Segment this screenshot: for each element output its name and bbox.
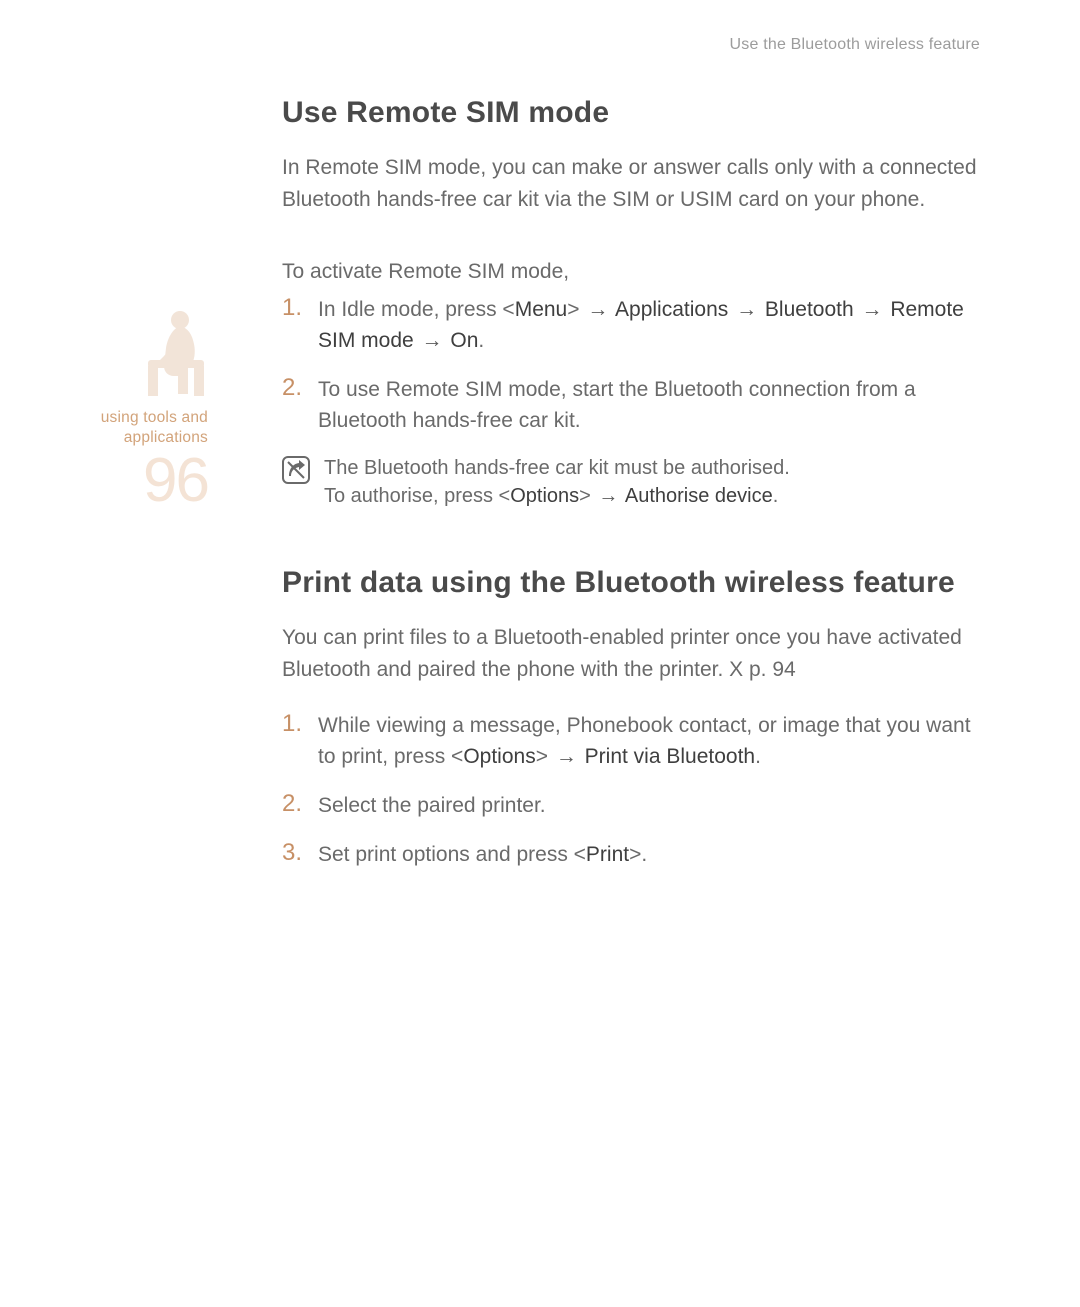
step-number: 3.: [282, 837, 302, 868]
text-fragment: To authorise, press <: [324, 485, 510, 507]
step-number: 2.: [282, 788, 302, 819]
intro-print-data: You can print files to a Bluetooth-enabl…: [282, 622, 982, 686]
note-icon: [282, 456, 310, 484]
text-fragment: Set print options and press <: [318, 843, 586, 866]
main-content: Use Remote SIM mode In Remote SIM mode, …: [282, 96, 982, 888]
kw-on: On: [445, 329, 479, 352]
step-number: 1.: [282, 708, 302, 739]
arrow-icon: →: [585, 298, 610, 321]
step-2: 2. Select the paired printer.: [282, 790, 982, 821]
section-print-data: Print data using the Bluetooth wireless …: [282, 566, 982, 870]
step-text: While viewing a message, Phonebook conta…: [318, 714, 971, 768]
step-number: 1.: [282, 292, 302, 323]
kw-bluetooth: Bluetooth: [759, 298, 859, 321]
sidebar-label-line1: using tools and: [101, 409, 208, 426]
arrow-icon: →: [734, 298, 759, 321]
arrow-icon: →: [596, 485, 620, 507]
kw-options: Options: [510, 485, 579, 507]
heading-remote-sim: Use Remote SIM mode: [282, 96, 982, 130]
text-fragment: .: [755, 745, 761, 768]
step-text: Set print options and press <Print>.: [318, 843, 647, 866]
sidebar-label-line2: applications: [124, 429, 208, 446]
sidebar-figure-icon: [78, 306, 208, 396]
step-text: To use Remote SIM mode, start the Blueto…: [318, 378, 916, 432]
arrow-icon: →: [420, 329, 445, 352]
step-text: In Idle mode, press <Menu> → Application…: [318, 298, 964, 352]
arrow-icon: →: [554, 745, 579, 768]
steps-print-data: 1. While viewing a message, Phonebook co…: [282, 710, 982, 870]
sidebar: using tools and applications 96: [78, 306, 208, 512]
note-line1: The Bluetooth hands-free car kit must be…: [324, 457, 790, 479]
text-fragment: >: [567, 298, 585, 321]
kw-applications: Applications: [610, 298, 734, 321]
step-1: 1. In Idle mode, press <Menu> → Applicat…: [282, 294, 982, 356]
page-number: 96: [78, 450, 208, 512]
lead-in-remote-sim: To activate Remote SIM mode,: [282, 256, 982, 288]
xref-page: p. 94: [743, 658, 796, 681]
kw-print: Print: [586, 843, 629, 866]
text-fragment: >: [536, 745, 554, 768]
text-fragment: .: [478, 329, 484, 352]
step-number: 2.: [282, 372, 302, 403]
arrow-icon: →: [860, 298, 885, 321]
step-3: 3. Set print options and press <Print>.: [282, 839, 982, 870]
kw-print-via-bluetooth: Print via Bluetooth: [579, 745, 755, 768]
step-text: Select the paired printer.: [318, 794, 546, 817]
text-fragment: In Idle mode, press <: [318, 298, 515, 321]
heading-print-data: Print data using the Bluetooth wireless …: [282, 566, 982, 600]
intro-remote-sim: In Remote SIM mode, you can make or answ…: [282, 152, 982, 216]
step-2: 2. To use Remote SIM mode, start the Blu…: [282, 374, 982, 436]
text-fragment: >: [579, 485, 596, 507]
text-fragment: >.: [629, 843, 647, 866]
step-1: 1. While viewing a message, Phonebook co…: [282, 710, 982, 772]
text-fragment: .: [773, 485, 779, 507]
text-fragment: You can print files to a Bluetooth-enabl…: [282, 626, 962, 681]
kw-menu: Menu: [515, 298, 568, 321]
running-head: Use the Bluetooth wireless feature: [730, 36, 981, 54]
xref-marker: X: [729, 658, 743, 681]
steps-remote-sim: 1. In Idle mode, press <Menu> → Applicat…: [282, 294, 982, 436]
kw-options: Options: [463, 745, 535, 768]
note-line2: To authorise, press <Options> → Authoris…: [324, 485, 778, 507]
note-block: The Bluetooth hands-free car kit must be…: [282, 454, 982, 510]
sidebar-section-label: using tools and applications: [78, 408, 208, 448]
kw-authorise-device: Authorise device: [620, 485, 772, 507]
page: Use the Bluetooth wireless feature using…: [0, 0, 1080, 1307]
